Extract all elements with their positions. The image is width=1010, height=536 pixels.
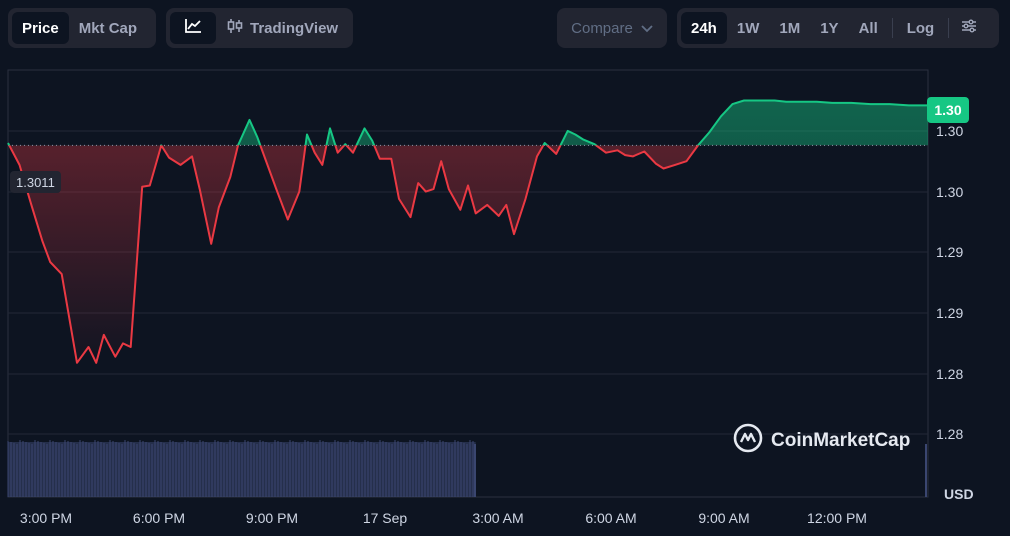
x-tick-label: 6:00 PM [132,510,186,526]
y-tick-label: 1.29 [936,305,964,321]
y-tick-label: 1.28 [936,366,964,382]
area-above-baseline [8,100,928,146]
reference-price-label: 1.3011 [10,171,61,193]
y-tick-label: 1.30 [936,123,964,139]
coinmarketcap-watermark: CoinMarketCap [733,423,910,459]
x-tick-label: 3:00 PM [19,510,73,526]
x-tick-label: 9:00 PM [245,510,299,526]
watermark-text: CoinMarketCap [771,430,911,451]
price-area [8,100,928,363]
x-tick-label: 9:00 AM [698,510,750,526]
currency-unit: USD [944,486,974,502]
x-tick-label: 6:00 AM [585,510,637,526]
x-tick-label: 12:00 PM [807,510,867,526]
x-tick-label: 17 Sep [362,510,408,526]
x-tick-label: 3:00 AM [472,510,524,526]
current-price-label: 1.30 [927,97,969,123]
y-tick-label: 1.30 [936,184,964,200]
coinmarketcap-logo-icon [733,423,763,459]
y-tick-label: 1.29 [936,244,964,260]
y-tick-label: 1.28 [936,426,964,442]
